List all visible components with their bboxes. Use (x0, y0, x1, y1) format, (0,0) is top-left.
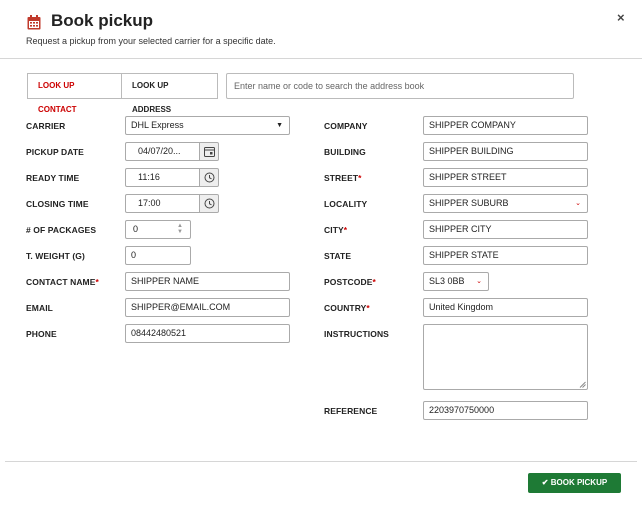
packages-value: 0 (133, 224, 139, 234)
contact-name-label: CONTACT NAME* (26, 277, 99, 287)
stepper-arrows-icon[interactable]: ▲ ▼ (177, 223, 183, 235)
ready-time-input[interactable]: 11:16 (125, 168, 219, 187)
country-input[interactable]: United Kingdom (423, 298, 588, 317)
weight-value: 0 (131, 250, 137, 260)
postcode-label: POSTCODE* (324, 277, 376, 287)
company-label: COMPANY (324, 121, 368, 131)
caret-down-icon: ▼ (276, 122, 283, 129)
pickup-date-label: PICKUP DATE (26, 147, 84, 157)
company-input[interactable]: SHIPPER COMPANY (423, 116, 588, 135)
state-value: SHIPPER STATE (429, 250, 499, 260)
pickup-date-input[interactable]: 04/07/20... (125, 142, 219, 161)
company-value: SHIPPER COMPANY (429, 120, 516, 130)
closing-time-picker-button[interactable] (199, 195, 218, 212)
phone-input[interactable]: 08442480521 (125, 324, 290, 343)
address-book-search-input[interactable] (226, 73, 574, 99)
city-label: CITY* (324, 225, 348, 235)
packages-label: # OF PACKAGES (26, 225, 97, 235)
modal-header: Book pickup Request a pickup from your s… (0, 0, 642, 59)
building-label: BUILDING (324, 147, 366, 157)
phone-label: PHONE (26, 329, 57, 339)
reference-input[interactable]: 2203970750000 (423, 401, 588, 420)
postcode-value: SL3 0BB (429, 276, 465, 286)
packages-stepper[interactable]: 0 ▲ ▼ (125, 220, 191, 239)
footer-divider (5, 461, 637, 462)
email-label: EMAIL (26, 303, 53, 313)
locality-value: SHIPPER SUBURB (429, 198, 509, 208)
book-pickup-label: BOOK PICKUP (550, 478, 608, 487)
required-mark: * (372, 277, 376, 287)
city-value: SHIPPER CITY (429, 224, 492, 234)
calendar-icon (27, 15, 41, 30)
contact-name-input[interactable]: SHIPPER NAME (125, 272, 290, 291)
street-value: SHIPPER STREET (429, 172, 507, 182)
closing-time-label: CLOSING TIME (26, 199, 89, 209)
street-input[interactable]: SHIPPER STREET (423, 168, 588, 187)
closing-time-value: 17:00 (138, 198, 161, 208)
required-mark: * (95, 277, 99, 287)
close-icon[interactable]: × (617, 10, 625, 25)
instructions-textarea[interactable] (423, 324, 588, 390)
state-label: STATE (324, 251, 352, 261)
locality-select[interactable]: SHIPPER SUBURB ⌄ (423, 194, 588, 213)
postcode-select[interactable]: SL3 0BB ⌄ (423, 272, 489, 291)
required-mark: * (343, 225, 348, 235)
phone-value: 08442480521 (131, 328, 187, 338)
chevron-down-icon: ⌄ (476, 278, 482, 285)
modal-title: Book pickup (51, 11, 154, 30)
locality-label: LOCALITY (324, 199, 368, 209)
city-input[interactable]: SHIPPER CITY (423, 220, 588, 239)
pickup-date-value: 04/07/20... (138, 146, 181, 156)
street-label: STREET* (324, 173, 362, 183)
chevron-down-icon: ⌄ (575, 200, 581, 207)
instructions-label: INSTRUCTIONS (324, 329, 389, 339)
contact-name-value: SHIPPER NAME (131, 276, 200, 286)
carrier-select[interactable]: DHL Express ▼ (125, 116, 290, 135)
weight-label: T. WEIGHT (G) (26, 251, 85, 261)
email-value: SHIPPER@EMAIL.COM (131, 302, 231, 312)
check-icon: ✔ (541, 478, 549, 487)
closing-time-input[interactable]: 17:00 (125, 194, 219, 213)
building-input[interactable]: SHIPPER BUILDING (423, 142, 588, 161)
reference-value: 2203970750000 (429, 405, 495, 415)
calendar-picker-button[interactable] (199, 143, 218, 160)
reference-label: REFERENCE (324, 406, 378, 416)
country-value: United Kingdom (429, 302, 494, 312)
lookup-tabs: LOOK UP CONTACT LOOK UP ADDRESS (27, 73, 218, 114)
required-mark: * (366, 303, 370, 313)
calendar-icon (204, 147, 215, 157)
look-up-contact-tab[interactable]: LOOK UP CONTACT (27, 73, 122, 114)
building-value: SHIPPER BUILDING (429, 146, 514, 156)
carrier-value: DHL Express (131, 120, 184, 130)
ready-time-picker-button[interactable] (199, 169, 218, 186)
book-pickup-modal: Book pickup Request a pickup from your s… (0, 0, 642, 506)
look-up-address-tab[interactable]: LOOK UP ADDRESS (122, 73, 218, 114)
email-input[interactable]: SHIPPER@EMAIL.COM (125, 298, 290, 317)
weight-input[interactable]: 0 (125, 246, 191, 265)
country-label: COUNTRY* (324, 303, 370, 313)
required-mark: * (358, 173, 362, 183)
state-input[interactable]: SHIPPER STATE (423, 246, 588, 265)
book-pickup-button[interactable]: ✔ BOOK PICKUP (528, 473, 621, 493)
ready-time-label: READY TIME (26, 173, 80, 183)
carrier-label: CARRIER (26, 121, 66, 131)
clock-icon (204, 198, 215, 209)
ready-time-value: 11:16 (138, 172, 160, 182)
clock-icon (204, 172, 215, 183)
modal-subtitle: Request a pickup from your selected carr… (26, 36, 276, 46)
resize-handle-icon[interactable] (579, 381, 586, 388)
